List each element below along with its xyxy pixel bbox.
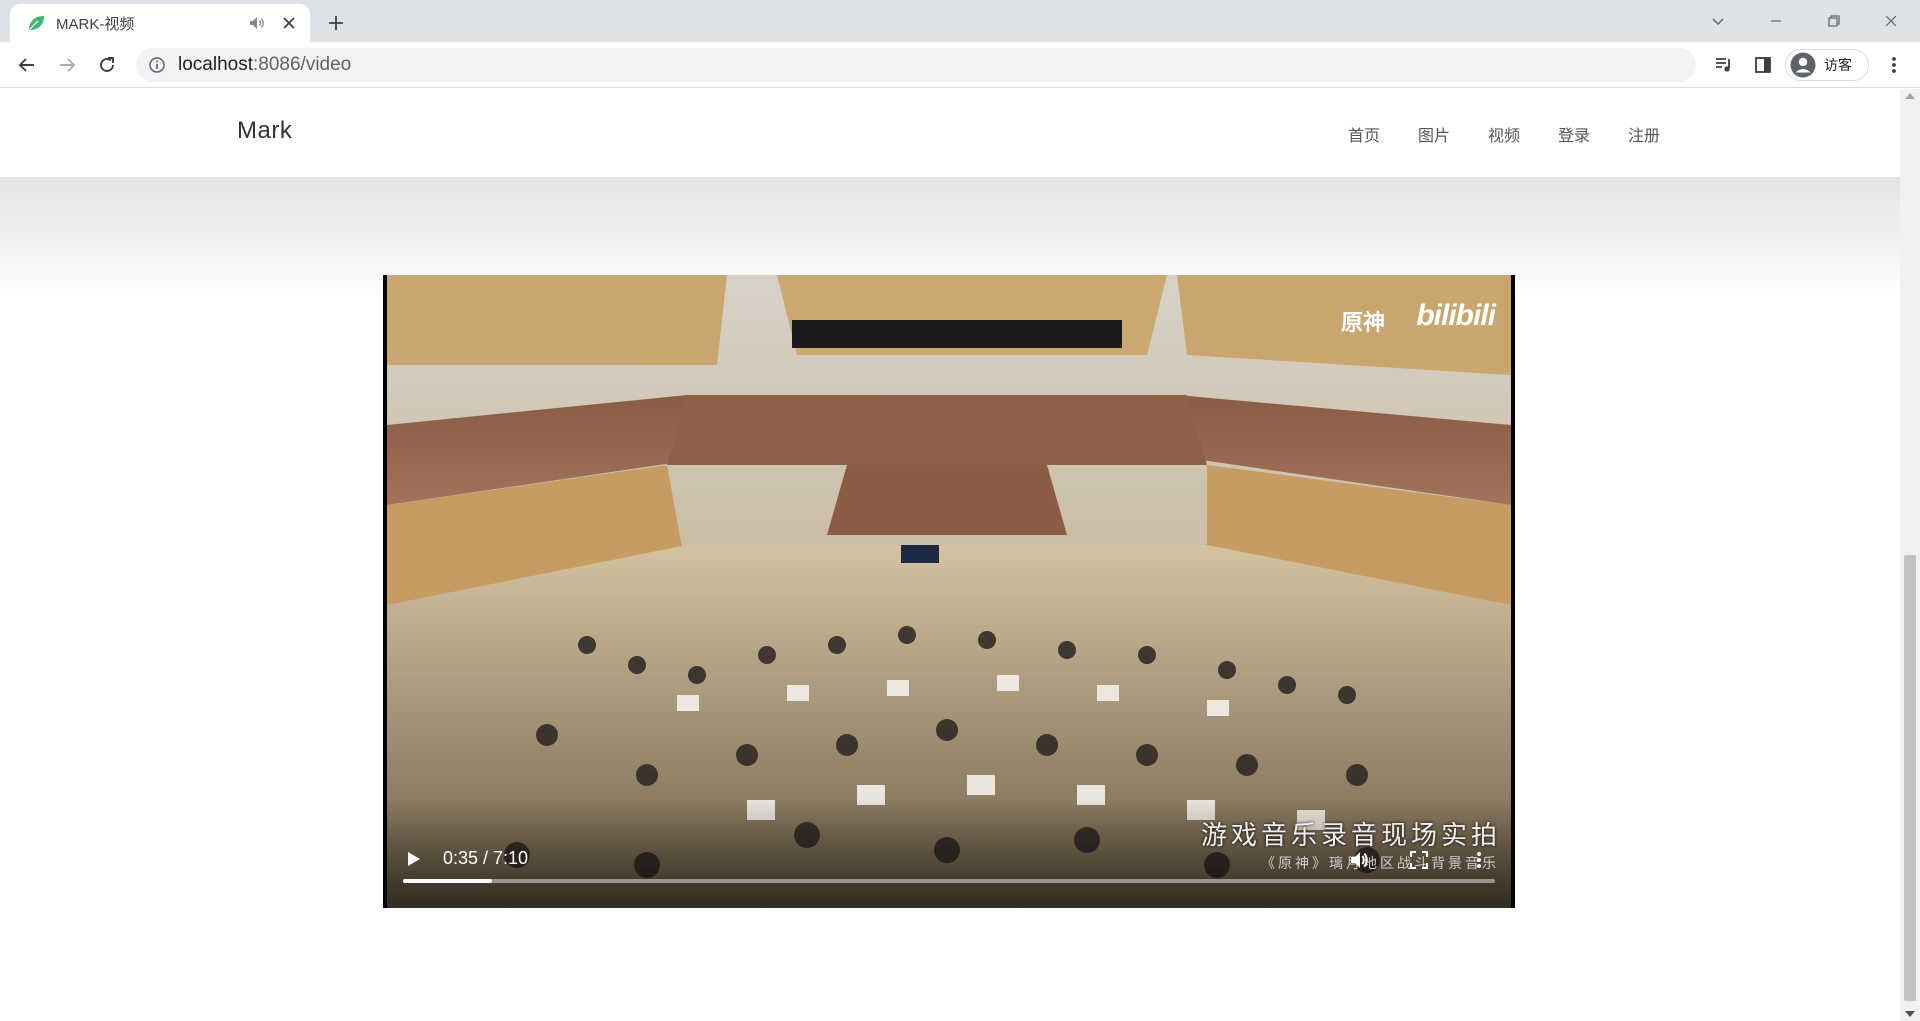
minimize-icon[interactable] — [1761, 6, 1791, 36]
watermark-text: 原神 — [1340, 310, 1385, 335]
reload-icon[interactable] — [92, 50, 122, 80]
play-icon[interactable] — [401, 847, 425, 871]
leaf-favicon-icon — [26, 13, 46, 33]
profile-button[interactable]: 访客 — [1785, 49, 1869, 81]
time-display: 0:35 / 7:10 — [443, 848, 529, 868]
back-icon[interactable] — [12, 50, 42, 80]
scroll-up-icon[interactable] — [1905, 93, 1915, 99]
restore-icon[interactable] — [1819, 6, 1849, 36]
close-window-icon[interactable] — [1876, 6, 1906, 36]
nav-home[interactable]: 首页 — [1348, 122, 1380, 146]
browser-menu-icon[interactable] — [1879, 50, 1909, 80]
tab-close-icon[interactable] — [278, 12, 300, 34]
nav-videos[interactable]: 视频 — [1488, 122, 1520, 146]
tab-audio-icon[interactable] — [248, 14, 266, 32]
forward-icon[interactable] — [52, 50, 82, 80]
nav-images[interactable]: 图片 — [1418, 122, 1450, 146]
new-tab-icon[interactable] — [322, 9, 350, 37]
bilibili-logo-icon: bilibili — [1416, 299, 1496, 332]
media-control-icon[interactable] — [1709, 50, 1739, 80]
progress-bar[interactable] — [403, 879, 1495, 883]
scroll-down-icon[interactable] — [1905, 1011, 1915, 1017]
fullscreen-icon[interactable] — [1406, 847, 1432, 873]
tab-title: MARK-视频 — [56, 15, 135, 33]
tab-search-chevron-icon[interactable] — [1703, 6, 1733, 36]
page-scrollbar[interactable] — [1900, 89, 1920, 1021]
subtitle-sub: 《原神》璃月地区战斗背景音乐 — [1261, 856, 1499, 872]
volume-icon[interactable] — [1346, 847, 1372, 873]
nav-login[interactable]: 登录 — [1558, 122, 1590, 146]
page-viewport: Mark 首页 图片 视频 登录 注册 原神 bilibili 游戏音乐录音现场… — [0, 89, 1900, 1021]
nav-register[interactable]: 注册 — [1628, 122, 1660, 146]
video-player[interactable]: 原神 bilibili 游戏音乐录音现场实拍 《原神》璃月地区战斗背景音乐 0:… — [383, 275, 1515, 908]
site-brand[interactable]: Mark — [237, 117, 292, 145]
url-text[interactable]: localhost:8086/video — [178, 54, 351, 76]
guest-avatar-icon — [1790, 52, 1816, 78]
site-info-icon[interactable] — [148, 56, 166, 74]
side-panel-icon[interactable] — [1748, 50, 1778, 80]
scrollbar-thumb[interactable] — [1904, 555, 1916, 1001]
browser-tab-strip: MARK-视频 — [0, 0, 1920, 42]
site-header: Mark 首页 图片 视频 登录 注册 — [0, 89, 1900, 177]
browser-toolbar: localhost:8086/video 访客 — [0, 42, 1920, 88]
address-bar[interactable]: localhost:8086/video — [136, 48, 1696, 82]
more-options-icon[interactable] — [1468, 847, 1490, 873]
profile-label: 访客 — [1824, 57, 1852, 73]
progress-fill — [403, 879, 492, 883]
browser-tab[interactable]: MARK-视频 — [10, 4, 310, 42]
